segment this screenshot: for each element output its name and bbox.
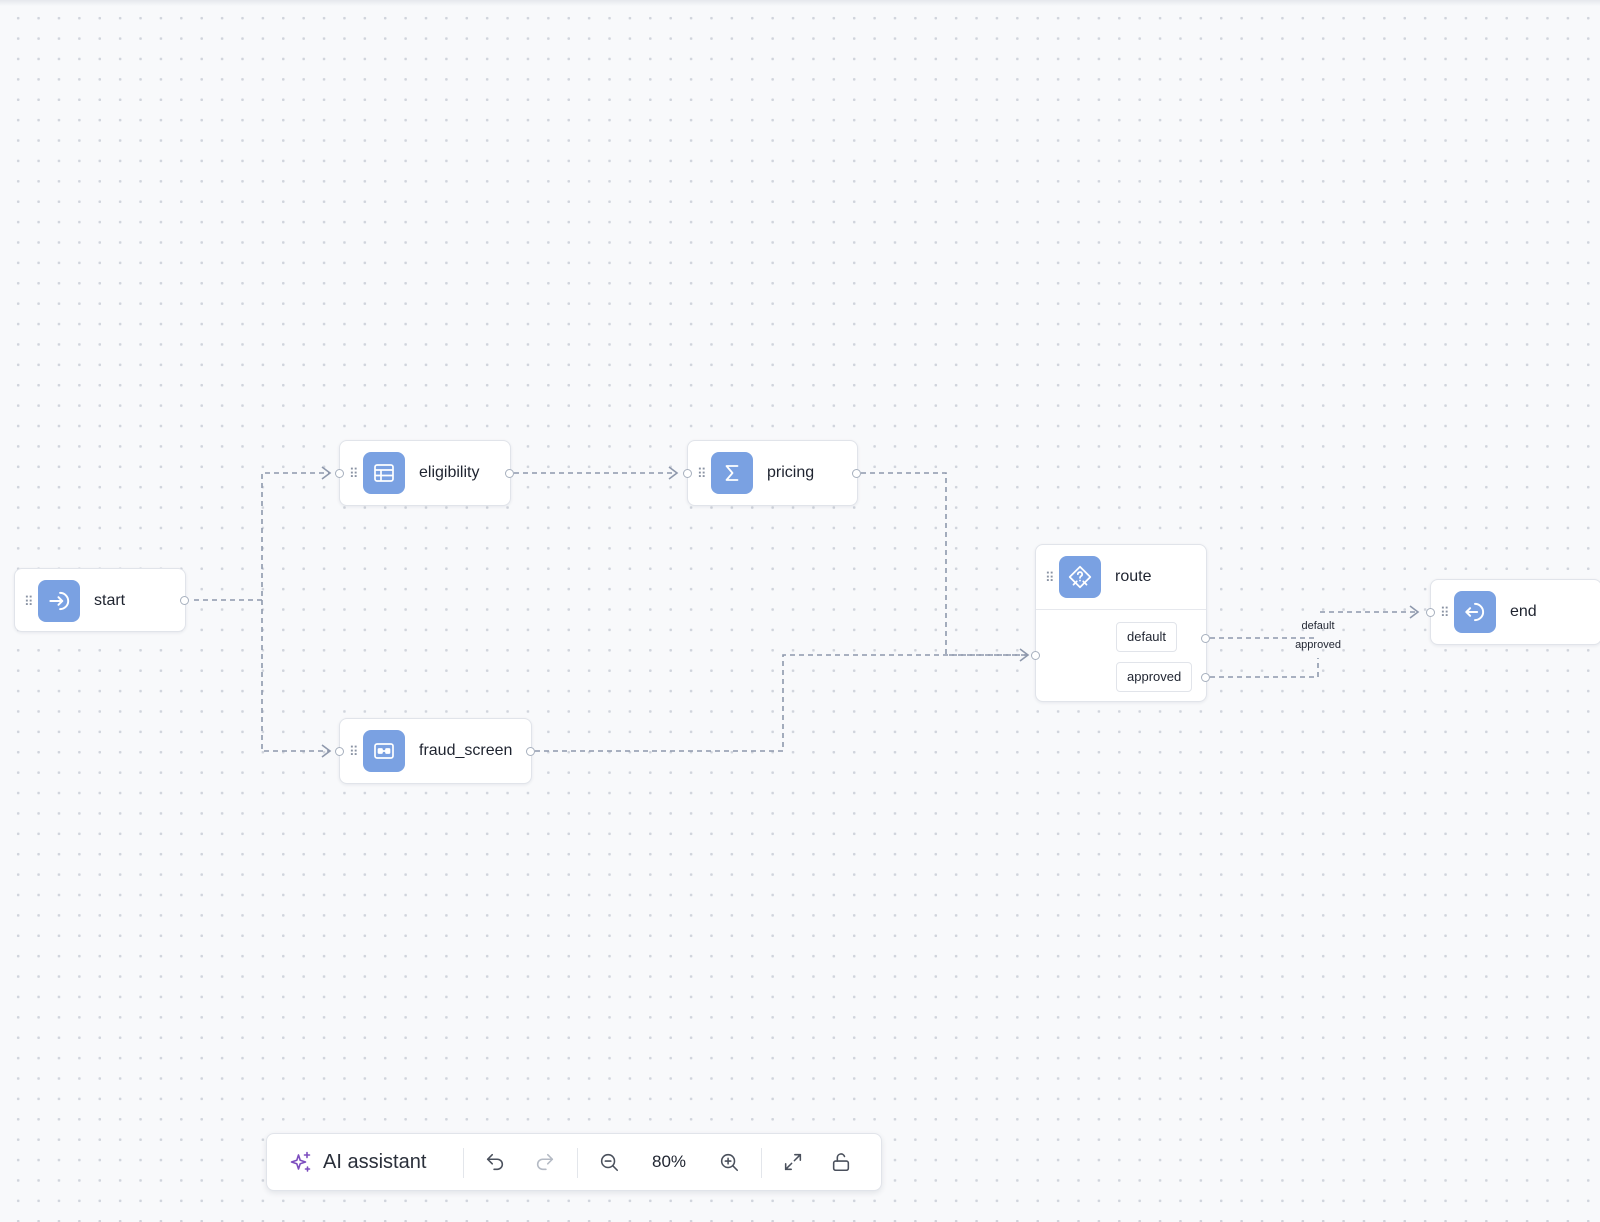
ai-assistant-button[interactable]: AI assistant <box>289 1134 441 1190</box>
redo-button[interactable] <box>523 1134 567 1190</box>
input-handle[interactable] <box>1426 608 1435 617</box>
redo-icon <box>536 1153 554 1171</box>
zoom-level[interactable]: 80% <box>637 1134 701 1190</box>
arrowhead-fraud-screen <box>321 744 332 758</box>
unlock-icon <box>832 1153 850 1172</box>
edge-label-default: default <box>1301 620 1334 632</box>
zoom-out-icon <box>600 1153 619 1172</box>
lock-toggle-button[interactable] <box>819 1134 863 1190</box>
input-handle[interactable] <box>683 469 692 478</box>
edge-route-approved-end[interactable] <box>1210 658 1319 678</box>
canvas-toolbar: AI assistant 80% <box>266 1133 882 1191</box>
fit-view-icon <box>784 1153 802 1171</box>
arrow-into-circle-icon <box>38 580 80 622</box>
node-end[interactable]: ⠿ end <box>1426 579 1600 645</box>
output-handle[interactable] <box>180 596 189 605</box>
zoom-out-button[interactable] <box>587 1134 631 1190</box>
undo-button[interactable] <box>473 1134 517 1190</box>
edge-fraud-screen-route[interactable] <box>535 654 1028 752</box>
output-handle-approved[interactable] <box>1201 673 1210 682</box>
zoom-in-button[interactable] <box>707 1134 751 1190</box>
table-icon <box>363 452 405 494</box>
node-pricing[interactable]: ⠿ pricing <box>683 440 861 506</box>
input-handle[interactable] <box>335 469 344 478</box>
node-route[interactable]: ⠿ route default approved <box>1031 544 1210 702</box>
branch-approved[interactable]: approved <box>1116 662 1193 692</box>
edge-start-fraud-screen[interactable] <box>261 600 330 752</box>
node-start[interactable]: ⠿ start <box>14 568 189 632</box>
toolbar-separator <box>577 1148 578 1178</box>
drag-handle-icon[interactable]: ⠿ <box>349 467 359 480</box>
node-eligibility[interactable]: ⠿ eligibility <box>335 440 514 506</box>
drag-handle-icon[interactable]: ⠿ <box>1440 606 1450 619</box>
edge-label-approved: approved <box>1295 639 1341 651</box>
divider <box>1036 609 1206 610</box>
arrow-out-circle-icon <box>1454 591 1496 633</box>
output-handle[interactable] <box>526 747 535 756</box>
node-label: route <box>1115 568 1152 585</box>
branch-default[interactable]: default <box>1116 622 1178 652</box>
edges-layer: default approved <box>194 466 1420 758</box>
node-label: eligibility <box>419 464 480 481</box>
node-label: fraud_screen <box>419 742 513 759</box>
transform-icon <box>363 730 405 772</box>
node-label: pricing <box>767 464 815 481</box>
sigma-icon <box>711 452 753 494</box>
toolbar-separator <box>463 1148 464 1178</box>
input-handle[interactable] <box>1031 651 1040 660</box>
drag-handle-icon[interactable]: ⠿ <box>1045 571 1055 584</box>
toolbar-separator <box>761 1148 762 1178</box>
edge-start-eligibility[interactable] <box>194 472 330 601</box>
zoom-in-icon <box>720 1153 739 1172</box>
node-fraud-screen[interactable]: ⠿ fraud_screen <box>335 718 535 784</box>
flow-canvas[interactable]: default approved ⠿ start ⠿ eligibility ⠿… <box>0 0 1600 1222</box>
drag-handle-icon[interactable]: ⠿ <box>349 745 359 758</box>
input-handle[interactable] <box>335 747 344 756</box>
ai-assistant-label: AI assistant <box>323 1150 427 1173</box>
drag-handle-icon[interactable]: ⠿ <box>24 595 34 608</box>
output-handle[interactable] <box>505 469 514 478</box>
drag-handle-icon[interactable]: ⠿ <box>697 467 707 480</box>
sparkles-icon <box>290 1151 311 1172</box>
fit-view-button[interactable] <box>771 1134 815 1190</box>
output-handle[interactable] <box>852 469 861 478</box>
output-handle-default[interactable] <box>1201 634 1210 643</box>
node-label: end <box>1510 603 1537 620</box>
edge-pricing-route[interactable] <box>861 472 1028 656</box>
decision-icon <box>1059 556 1101 598</box>
node-label: start <box>94 592 126 609</box>
zoom-level-label: 80% <box>651 1152 687 1171</box>
undo-icon <box>486 1153 504 1171</box>
